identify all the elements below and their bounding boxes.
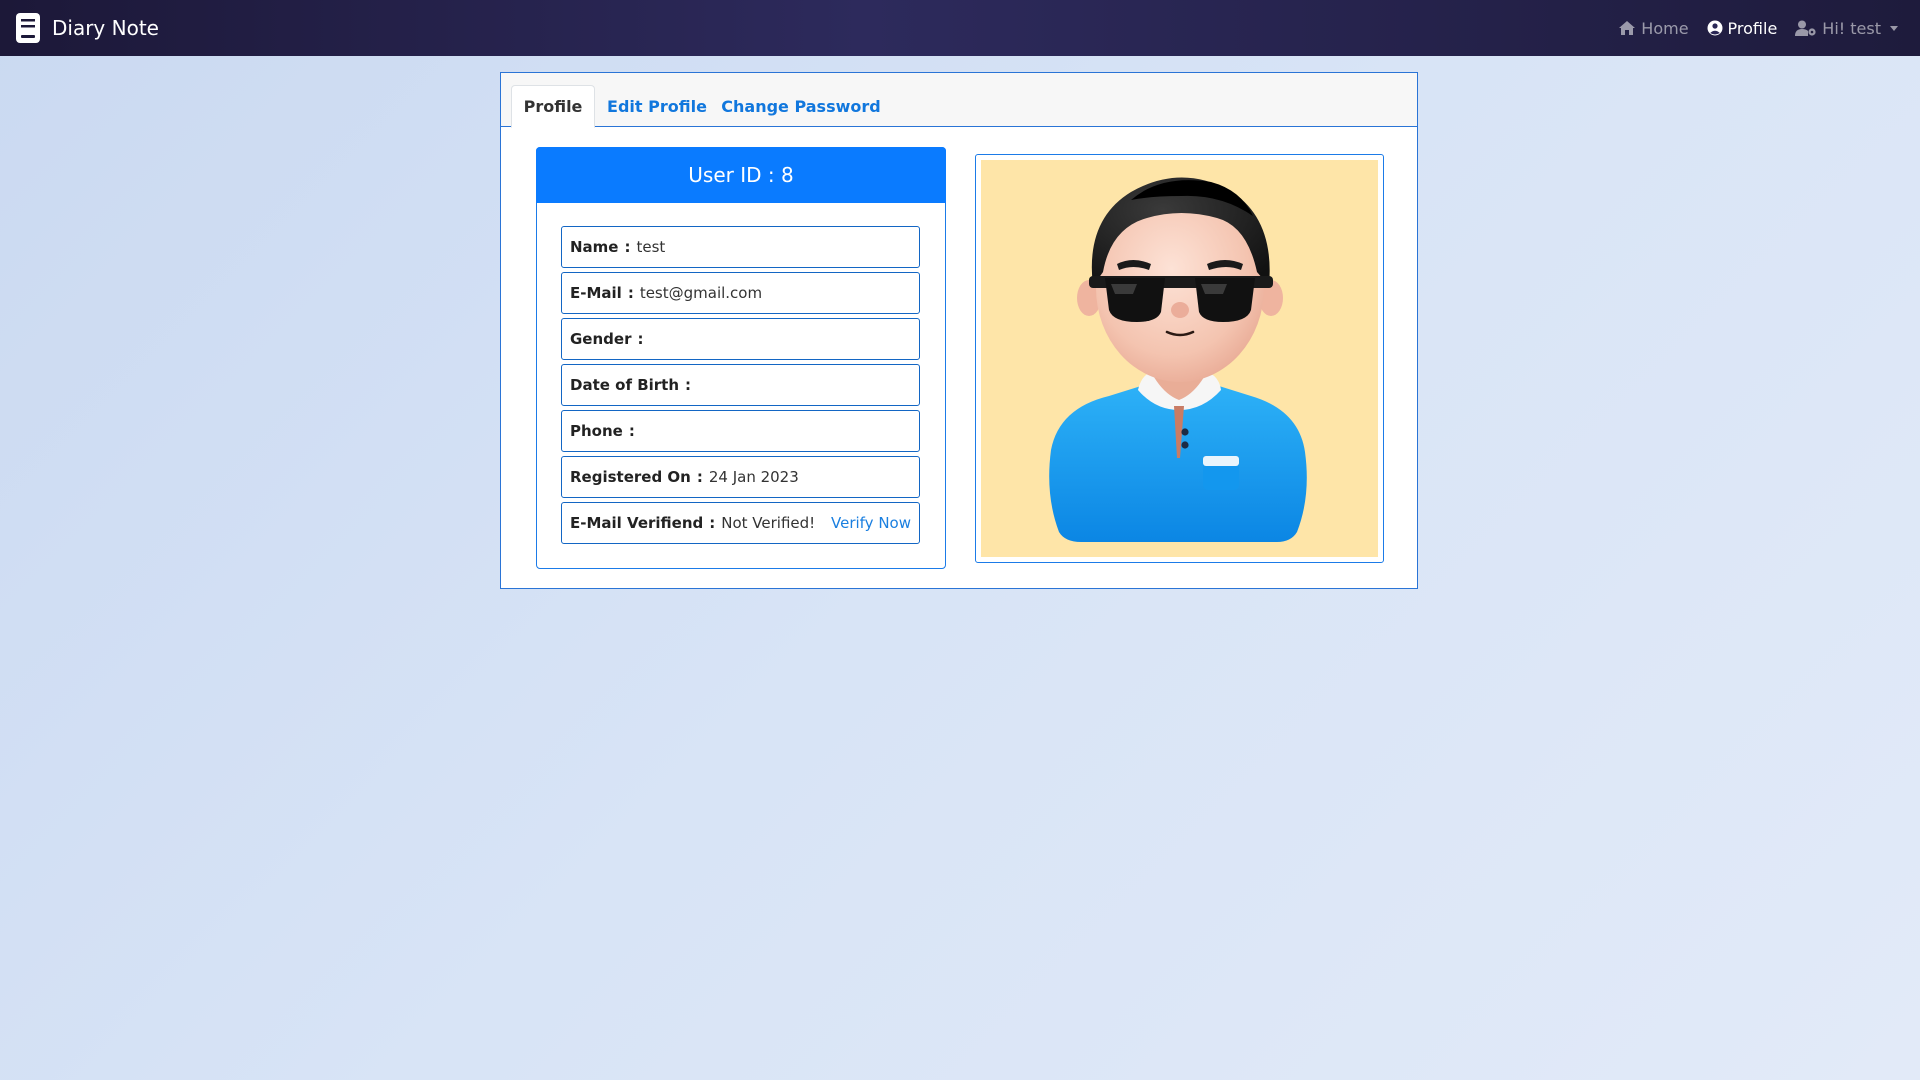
nav-home-label: Home bbox=[1641, 18, 1689, 38]
verify-now-link[interactable]: Verify Now bbox=[831, 514, 911, 532]
brand-link[interactable]: Diary Note bbox=[16, 0, 159, 56]
info-label-registered: Registered On bbox=[570, 468, 691, 486]
avatar-card bbox=[975, 154, 1384, 563]
avatar-illustration bbox=[1049, 177, 1307, 542]
avatar-image bbox=[981, 160, 1378, 557]
user-info-card: User ID : 8 Name: test E-Mail: test@gmail.… bbox=[536, 147, 946, 569]
info-row-email: E-Mail: test@gmail.com bbox=[561, 272, 920, 314]
info-row-name: Name: test bbox=[561, 226, 920, 268]
user-gear-icon bbox=[1795, 20, 1816, 36]
nav-home-link[interactable]: Home bbox=[1618, 18, 1689, 38]
info-label-email: E-Mail bbox=[570, 284, 622, 302]
brand-title: Diary Note bbox=[52, 16, 159, 40]
user-id-header: User ID : 8 bbox=[536, 147, 946, 203]
info-value-name: test bbox=[636, 238, 666, 256]
info-row-gender: Gender: bbox=[561, 318, 920, 360]
nav-profile-link[interactable]: Profile bbox=[1707, 18, 1778, 38]
tab-profile[interactable]: Profile bbox=[511, 85, 595, 128]
book-icon bbox=[16, 13, 40, 43]
info-value-email: test@gmail.com bbox=[639, 284, 763, 302]
info-row-dob: Date of Birth: bbox=[561, 364, 920, 406]
info-row-registered: Registered On:24 Jan 2023 bbox=[561, 456, 920, 498]
info-label-gender: Gender bbox=[570, 330, 632, 348]
info-label-email-verified: E-Mail Verifiend bbox=[570, 514, 704, 532]
tab-edit-profile[interactable]: Edit Profile bbox=[601, 85, 713, 127]
caret-down-icon bbox=[1890, 25, 1898, 31]
info-label-name: Name bbox=[570, 238, 619, 256]
nav-profile-label: Profile bbox=[1727, 18, 1778, 38]
top-navbar: Diary Note Home Profile Hi! test bbox=[0, 0, 1920, 56]
info-label-phone: Phone bbox=[570, 422, 623, 440]
user-circle-icon bbox=[1707, 20, 1723, 36]
home-icon bbox=[1619, 21, 1636, 35]
profile-tab-card: Profile Edit Profile Change Password Use… bbox=[500, 72, 1418, 589]
user-menu-dropdown[interactable]: Hi! test bbox=[1795, 19, 1898, 38]
info-row-email-verified: E-Mail Verifiend: Not Verified! Verify No… bbox=[561, 502, 920, 544]
info-value-email-verified: Not Verified! bbox=[721, 514, 816, 532]
info-row-phone: Phone: bbox=[561, 410, 920, 452]
tab-bar: Profile Edit Profile Change Password bbox=[501, 73, 1417, 128]
user-menu-label: Hi! test bbox=[1822, 18, 1881, 38]
nav-links: Home Profile Hi! test bbox=[1618, 0, 1898, 56]
tab-change-password[interactable]: Change Password bbox=[721, 85, 881, 127]
info-label-dob: Date of Birth bbox=[570, 376, 680, 394]
info-value-registered: 24 Jan 2023 bbox=[708, 468, 799, 486]
